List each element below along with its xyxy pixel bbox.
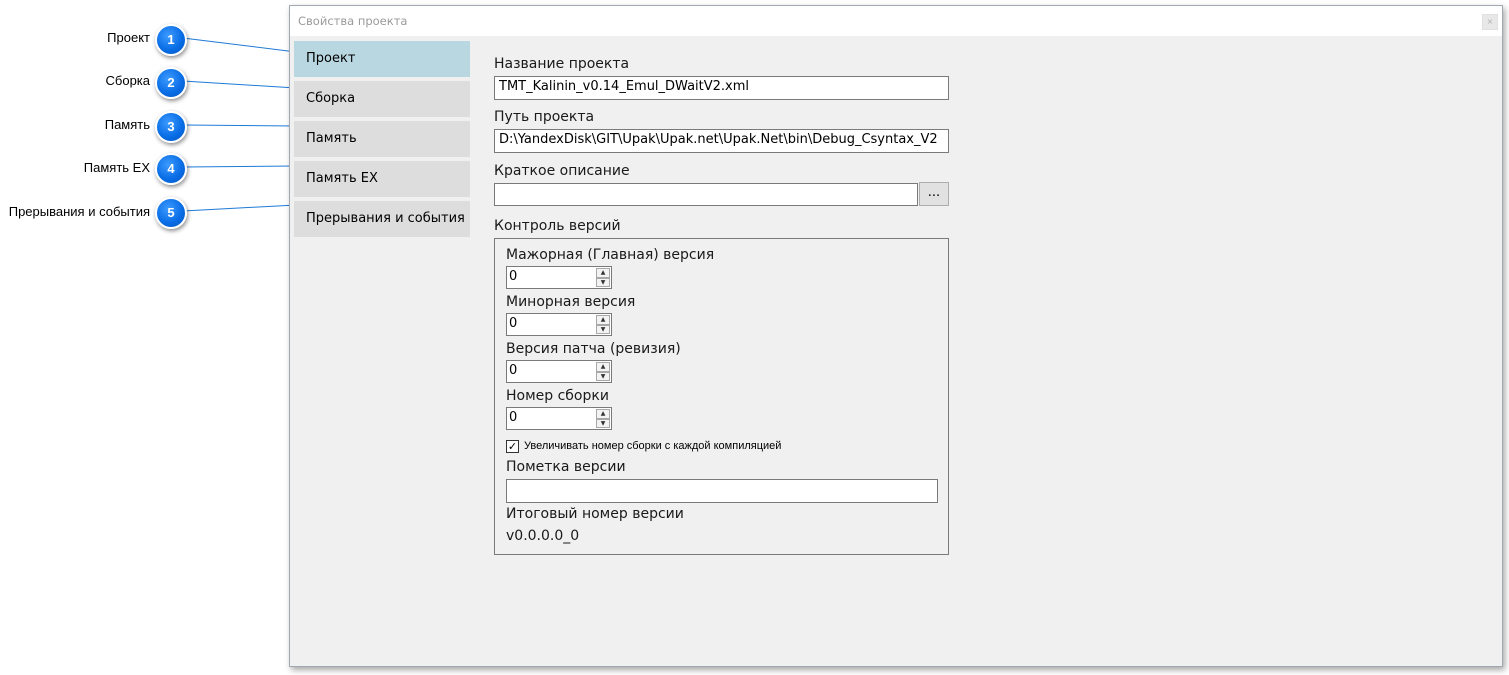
patch-version-label: Версия патча (ревизия) (506, 341, 681, 357)
spin-up-icon[interactable]: ▲ (596, 409, 610, 419)
minor-version-stepper[interactable]: 0 ▲ ▼ (506, 313, 612, 336)
spin-down-icon[interactable]: ▼ (596, 324, 610, 334)
build-number-label: Номер сборки (506, 388, 609, 404)
nav-item-label: Проект (306, 51, 356, 66)
major-version-label: Мажорная (Главная) версия (506, 247, 715, 263)
dialog-title: Свойства проекта (298, 14, 408, 28)
project-path-label: Путь проекта (494, 109, 595, 125)
nav-item-label: Сборка (306, 91, 356, 106)
callout-badge-2: 2 (155, 67, 187, 99)
nav-item-build[interactable]: Сборка (294, 81, 470, 117)
spin-up-icon[interactable]: ▲ (596, 268, 610, 278)
final-version-label: Итоговый номер версии (506, 506, 684, 522)
callout-label-build: Сборка (105, 73, 151, 88)
callout-label-project: Проект (107, 30, 150, 45)
project-name-field[interactable]: TMT_Kalinin_v0.14_Emul_DWaitV2.xml (494, 76, 949, 100)
major-version-stepper[interactable]: 0 ▲ ▼ (506, 266, 612, 289)
build-number-stepper[interactable]: 0 ▲ ▼ (506, 407, 612, 430)
callout-label-interrupts: Прерывания и события (8, 204, 150, 219)
nav-item-memory-ex[interactable]: Память EX (294, 161, 470, 197)
auto-increment-label: Увеличивать номер сборки с каждой компил… (524, 440, 782, 452)
description-browse-button[interactable]: ... (919, 182, 949, 206)
spin-up-icon[interactable]: ▲ (596, 362, 610, 372)
nav-item-label: Прерывания и события (306, 211, 465, 226)
callout-label-memory: Память (104, 117, 150, 132)
callout-badge-4: 4 (155, 153, 187, 185)
nav-item-label: Память EX (306, 171, 378, 186)
checkmark-icon: ✓ (507, 440, 518, 453)
spin-up-icon[interactable]: ▲ (596, 315, 610, 325)
major-version-value: 0 (509, 269, 518, 284)
final-version-value: v0.0.0.0_0 (506, 528, 580, 544)
version-tag-label: Пометка версии (506, 459, 626, 475)
spin-down-icon[interactable]: ▼ (596, 371, 610, 381)
callout-badge-5: 5 (155, 197, 187, 229)
build-number-value: 0 (509, 410, 518, 425)
title-bar: Свойства проекта × (290, 6, 1502, 36)
callout-label-memory-ex: Память EX (83, 160, 150, 175)
nav-item-project[interactable]: Проект (294, 41, 470, 77)
spin-down-icon[interactable]: ▼ (596, 418, 610, 428)
project-name-label: Название проекта (494, 56, 630, 72)
minor-version-label: Минорная версия (506, 294, 636, 310)
project-path-field[interactable]: D:\YandexDisk\GIT\Upak\Upak.net\Upak.Net… (494, 129, 949, 153)
nav-item-label: Память (306, 131, 357, 146)
minor-version-value: 0 (509, 316, 518, 331)
close-button[interactable]: × (1482, 14, 1498, 30)
description-field[interactable] (494, 183, 918, 206)
spin-down-icon[interactable]: ▼ (596, 277, 610, 287)
version-control-label: Контроль версий (494, 218, 621, 234)
patch-version-value: 0 (509, 363, 518, 378)
close-icon: × (1486, 17, 1494, 26)
nav-item-interrupts[interactable]: Прерывания и события (294, 201, 470, 237)
nav-item-memory[interactable]: Память (294, 121, 470, 157)
auto-increment-checkbox[interactable]: ✓ (506, 440, 519, 453)
description-label: Краткое описание (494, 163, 630, 179)
patch-version-stepper[interactable]: 0 ▲ ▼ (506, 360, 612, 383)
callout-badge-3: 3 (155, 111, 187, 143)
version-tag-field[interactable] (506, 479, 938, 503)
callout-badge-1: 1 (155, 24, 187, 56)
project-properties-dialog: Свойства проекта × Проект Сборка Память … (289, 5, 1503, 667)
